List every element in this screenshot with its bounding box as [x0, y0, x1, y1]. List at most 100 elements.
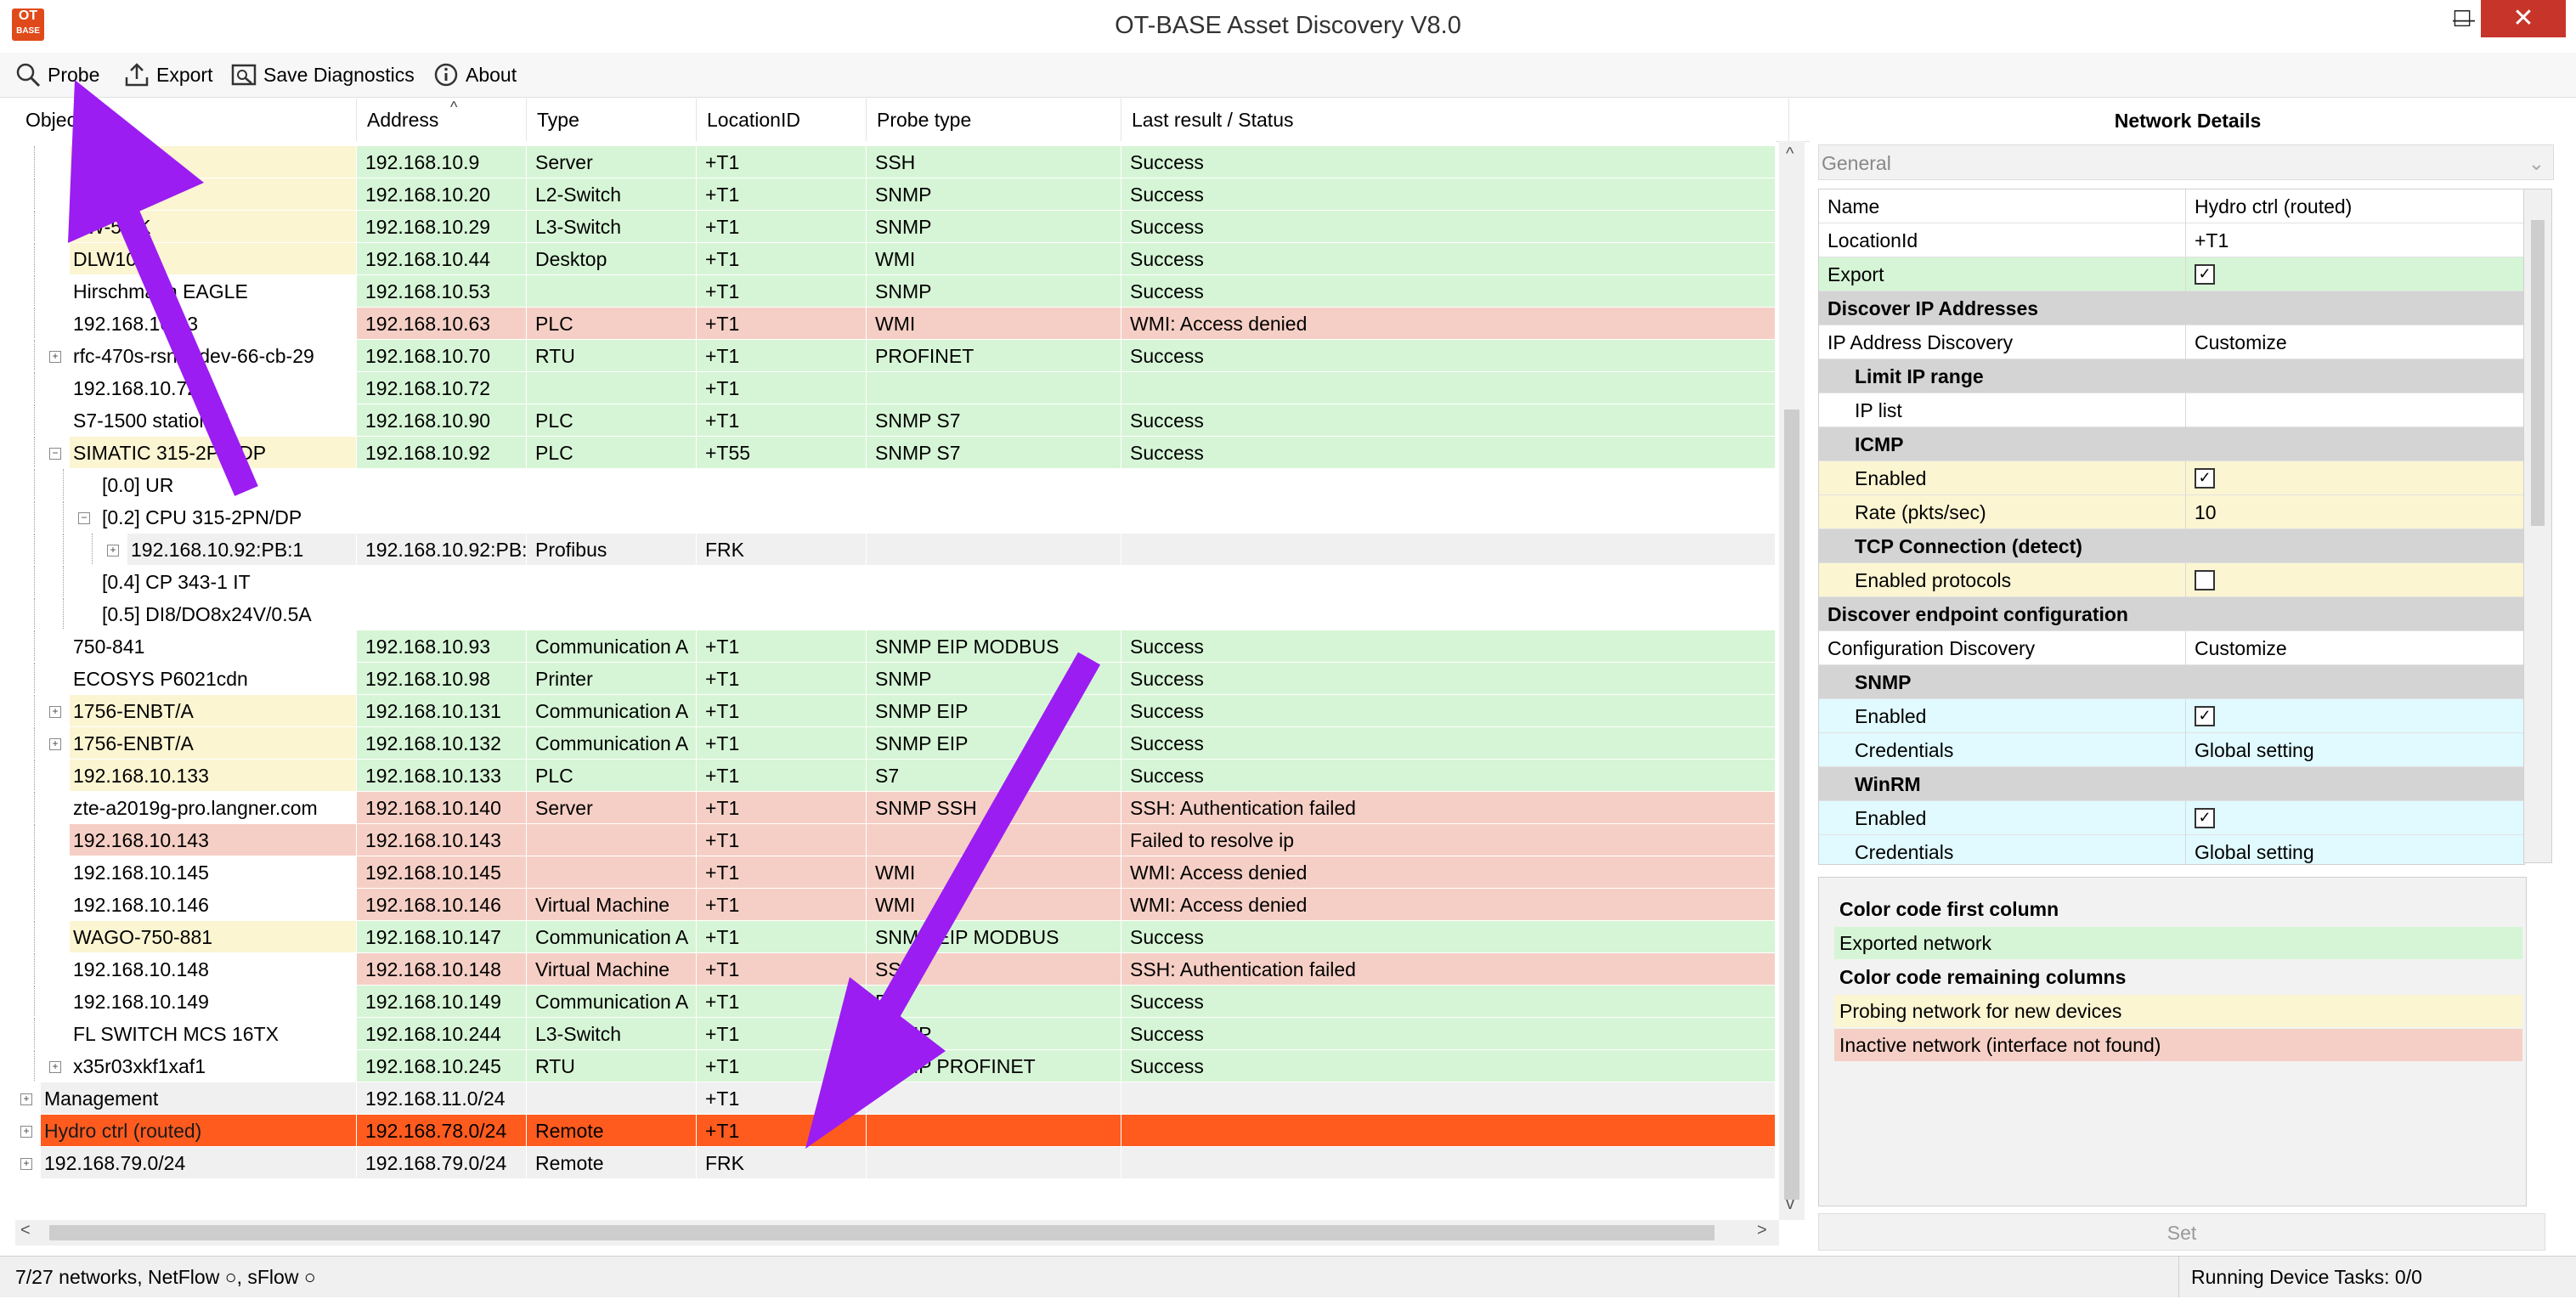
table-row[interactable]: [0.4] CP 343-1 IT [15, 566, 1776, 598]
table-row[interactable]: 192.168.10.148 192.168.10.148 Virtual Mach… [15, 953, 1776, 986]
cell-location[interactable]: +T1 [697, 986, 867, 1018]
property-checkbox[interactable]: ✓ [2195, 263, 2215, 285]
cell-status[interactable]: WMI: Access denied [1121, 308, 1776, 340]
cell-type[interactable]: Desktop [527, 243, 697, 275]
cell-probe-type[interactable]: SNMP [867, 275, 1121, 308]
cell-type[interactable]: RTU [527, 1050, 697, 1082]
table-row[interactable]: − [0.2] CPU 315-2PN/DP [15, 501, 1776, 534]
cell-object[interactable]: 192.168.10.63 [15, 308, 357, 340]
table-row[interactable]: + Management 192.168.11.0/24 +T1 [15, 1082, 1776, 1115]
cell-status[interactable] [1121, 598, 1776, 630]
table-row[interactable]: +192.168.79.0/24 192.168.79.0/24 Remote FRK [15, 1147, 1776, 1179]
cell-probe-type[interactable] [867, 534, 1121, 566]
cell-probe-type[interactable]: SNMP [867, 1018, 1121, 1050]
cell-probe-type[interactable]: SNMP [867, 663, 1121, 695]
cell-object[interactable]: 192.168.10.145 [15, 856, 357, 889]
cell-address[interactable]: 192.168.10.20 [357, 178, 527, 211]
collapse-icon[interactable]: − [49, 448, 61, 460]
property-row-credentials[interactable]: Credentials Global setting [1819, 733, 2524, 767]
cell-type[interactable] [527, 275, 697, 308]
cell-location[interactable] [697, 566, 867, 598]
cell-object[interactable]: + rfc-470s-rsn-iodev-66-cb-29 [15, 340, 357, 372]
cell-probe-type[interactable] [867, 824, 1121, 856]
cell-probe-type[interactable] [867, 1082, 1121, 1115]
cell-object[interactable]: + Hydro ctrl (routed) [15, 1115, 357, 1147]
cell-status[interactable]: Success [1121, 760, 1776, 792]
expand-icon[interactable]: + [20, 1126, 32, 1138]
cell-object[interactable]: − [0.2] CPU 315-2PN/DP [15, 501, 357, 534]
cell-location[interactable]: +T1 [697, 953, 867, 986]
property-row-rate-pkts-sec[interactable]: Rate (pkts/sec) 10 [1819, 495, 2524, 529]
cell-object[interactable]: FL SWITCH MCS 16TX [15, 1018, 357, 1050]
cell-location[interactable]: +T1 [697, 824, 867, 856]
cell-status[interactable]: Success [1121, 1050, 1776, 1082]
property-category-tcp-connection-detect[interactable]: TCP Connection (detect) [1819, 529, 2524, 563]
property-category-winrm[interactable]: WinRM [1819, 767, 2524, 801]
cell-status[interactable] [1121, 1082, 1776, 1115]
table-row[interactable]: 192.168.10.133 192.168.10.133 PLC +T1 S7 Succ… [15, 760, 1776, 792]
expand-icon[interactable]: + [20, 1158, 32, 1170]
table-row[interactable]: 192.168.10.72 192.168.10.72 +T1 [15, 372, 1776, 404]
cell-location[interactable]: +T1 [697, 760, 867, 792]
cell-object[interactable]: 192.168.10.149 [15, 986, 357, 1018]
cell-type[interactable]: PLC [527, 308, 697, 340]
cell-address[interactable]: 192.168.10.72 [357, 372, 527, 404]
property-row-name[interactable]: Name Hydro ctrl (routed) [1819, 189, 2524, 223]
cell-object[interactable]: +1756-ENBT/A [15, 695, 357, 727]
table-row[interactable]: DLW10 192.168.10.44 Desktop +T1 WMI Success [15, 243, 1776, 275]
column-header-object[interactable]: Object [15, 99, 357, 141]
cell-location[interactable]: +T1 [697, 146, 867, 178]
cell-type[interactable]: L3-Switch [527, 211, 697, 243]
cell-status[interactable] [1121, 1147, 1776, 1179]
cell-object[interactable] [15, 146, 357, 178]
cell-status[interactable] [1121, 1115, 1776, 1147]
property-row-export[interactable]: Export ✓ [1819, 257, 2524, 291]
cell-probe-type[interactable]: SSH [867, 146, 1121, 178]
cell-type[interactable]: Printer [527, 663, 697, 695]
table-row[interactable]: 192.168.10.9 Server +T1 SSH Success [15, 146, 1776, 178]
scroll-up-icon[interactable]: ^ [1786, 144, 1794, 164]
column-header-status[interactable]: Last result / Status [1121, 99, 1789, 141]
cell-type[interactable]: Profibus [527, 534, 697, 566]
cell-object[interactable]: WAGO-750-881 [15, 921, 357, 953]
cell-address[interactable]: 192.168.10.9 [357, 146, 527, 178]
table-row[interactable]: 192.168.10.63 192.168.10.63 PLC +T1 WMI WMI: … [15, 308, 1776, 340]
table-row[interactable]: − SIMATIC 315-2PN/DP 192.168.10.92 PLC +T55 S… [15, 437, 1776, 469]
cell-type[interactable]: PLC [527, 404, 697, 437]
table-row[interactable]: [0.0] UR [15, 469, 1776, 501]
cell-status[interactable]: Success [1121, 211, 1776, 243]
cell-object[interactable]: +1756-ENBT/A [15, 727, 357, 760]
scroll-left-icon[interactable]: < [20, 1221, 31, 1240]
cell-object[interactable]: + x35r03xkf1xaf1 [15, 1050, 357, 1082]
table-row[interactable]: 192.168.10.149 192.168.10.149 Communicatio… [15, 986, 1776, 1018]
cell-object[interactable]: ECOSYS P6021cdn [15, 663, 357, 695]
close-button[interactable]: ✕ [2481, 0, 2566, 37]
cell-object[interactable]: zte-a2019g-pro.langner.com [15, 792, 357, 824]
cell-status[interactable]: Success [1121, 146, 1776, 178]
cell-type[interactable]: Server [527, 146, 697, 178]
property-row-credentials[interactable]: Credentials Global setting [1819, 835, 2524, 864]
grid-horizontal-scrollbar[interactable]: < > [15, 1220, 1779, 1246]
cell-type[interactable]: Communication A [527, 630, 697, 663]
table-row[interactable]: + Hydro ctrl (routed) 192.168.78.0/24 Remot… [15, 1115, 1776, 1147]
cell-probe-type[interactable] [867, 501, 1121, 534]
cell-address[interactable]: 192.168.10.92:PB:1 [357, 534, 527, 566]
cell-object[interactable]: − SIMATIC 315-2PN/DP [15, 437, 357, 469]
cell-probe-type[interactable]: WMI [867, 243, 1121, 275]
cell-status[interactable]: Success [1121, 663, 1776, 695]
property-category-limit-ip-range[interactable]: Limit IP range [1819, 359, 2524, 393]
column-header-location[interactable]: LocationID [697, 99, 867, 141]
cell-probe-type[interactable]: S7 [867, 760, 1121, 792]
cell-location[interactable]: +T1 [697, 630, 867, 663]
cell-object[interactable]: + Management [15, 1082, 357, 1115]
cell-object[interactable]: [0.4] CP 343-1 IT [15, 566, 357, 598]
cell-status[interactable]: Success [1121, 437, 1776, 469]
cell-type[interactable]: L3-Switch [527, 1018, 697, 1050]
cell-status[interactable]: Success [1121, 986, 1776, 1018]
cell-probe-type[interactable] [867, 1147, 1121, 1179]
table-row[interactable]: +1756-ENBT/A 192.168.10.131 Communication … [15, 695, 1776, 727]
property-category-icmp[interactable]: ICMP [1819, 427, 2524, 461]
cell-status[interactable]: Success [1121, 404, 1776, 437]
cell-address[interactable]: 192.168.10.131 [357, 695, 527, 727]
cell-location[interactable]: +T1 [697, 178, 867, 211]
